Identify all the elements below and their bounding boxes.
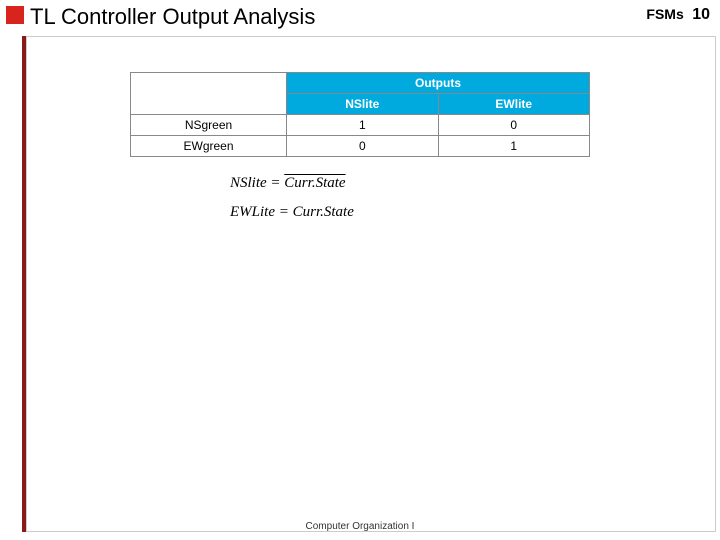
section-label: FSMs [646,6,683,22]
col-ewlite: EWlite [438,94,589,115]
accent-square-icon [6,6,24,24]
eq2-lhs: EWLite [230,204,275,220]
cell-value: 0 [438,115,589,136]
cell-value: 1 [287,115,438,136]
page-title: TL Controller Output Analysis [30,4,315,30]
equation-2: EWLite = Curr.State [230,198,354,227]
header-right: FSMs 10 [646,6,710,24]
row-label: EWgreen [131,136,287,157]
eq2-equals: = [275,204,293,220]
eq1-lhs: NSlite [230,175,267,191]
cell-value: 0 [287,136,438,157]
output-table: Outputs NSlite EWlite NSgreen 1 0 EWgree… [130,72,590,157]
col-nslite: NSlite [287,94,438,115]
eq1-rhs-overline: Curr.State [284,168,345,198]
eq2-rhs: Curr.State [293,204,354,220]
equations-block: NSlite = Curr.State EWLite = Curr.State [230,168,354,226]
equation-1: NSlite = Curr.State [230,168,354,198]
slide: TL Controller Output Analysis FSMs 10 Ou… [0,0,720,540]
cell-value: 1 [438,136,589,157]
table-row: NSgreen 1 0 [131,115,590,136]
eq1-equals: = [267,175,285,191]
table-header-row: Outputs [131,73,590,94]
row-label: NSgreen [131,115,287,136]
footer-text: Computer Organization I [0,521,720,532]
outputs-header: Outputs [287,73,590,94]
table-row: EWgreen 0 1 [131,136,590,157]
page-number: 10 [692,6,710,23]
